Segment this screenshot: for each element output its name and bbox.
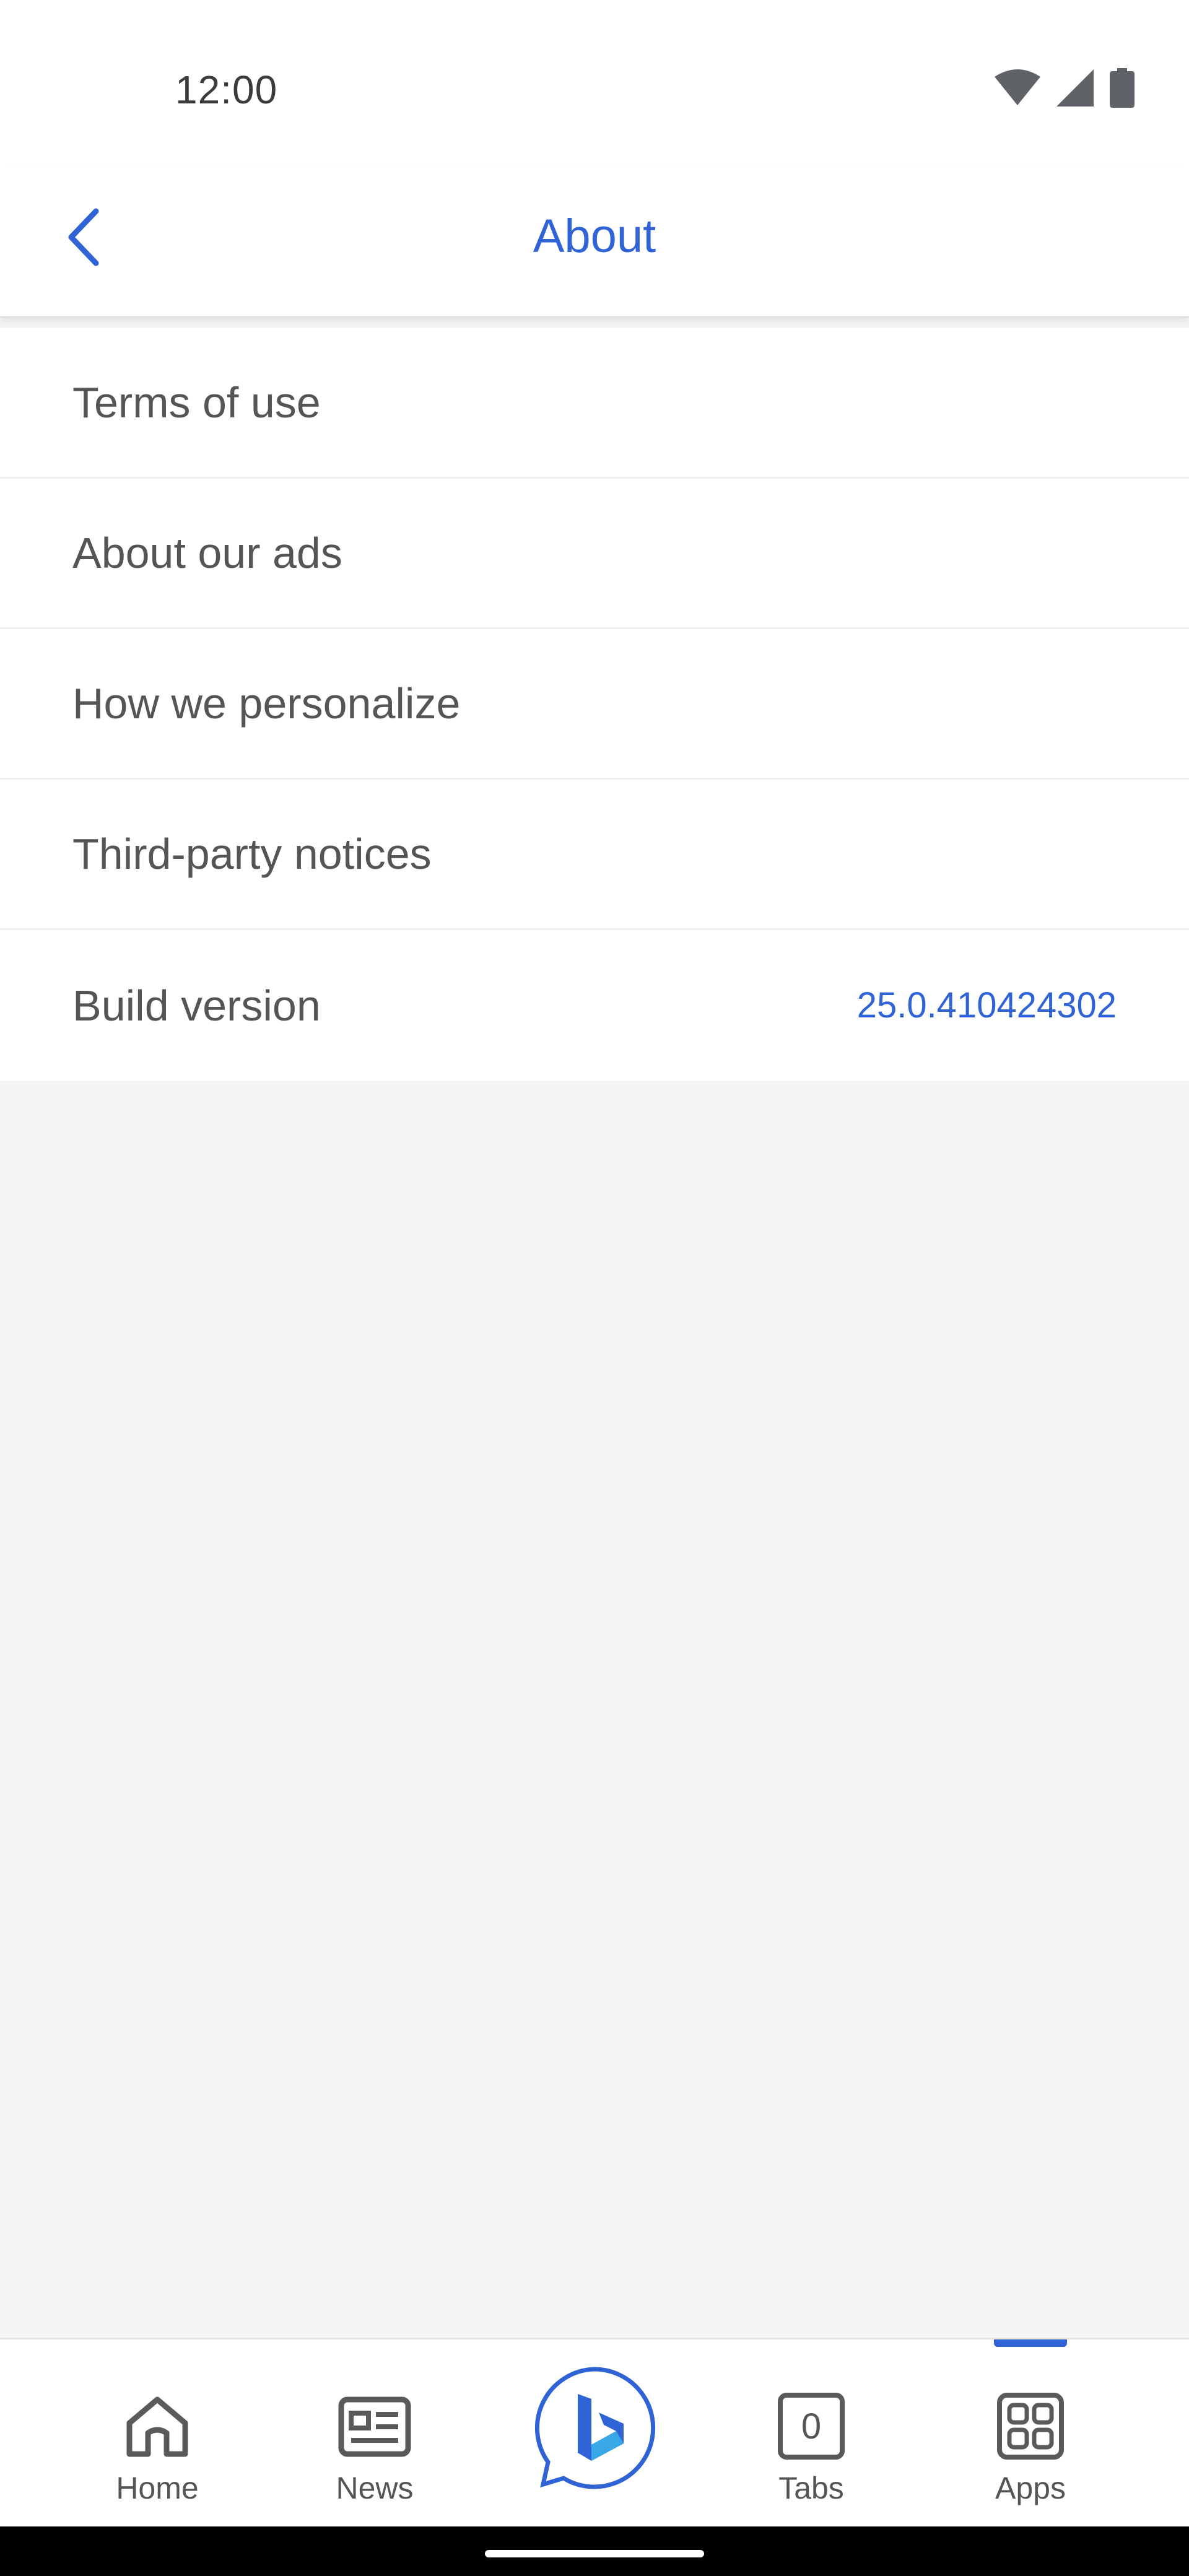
tabs-icon: 0 [771,2386,851,2466]
build-version-value: 25.0.410424302 [856,985,1117,1025]
third-party-notices-item[interactable]: Third-party notices [0,780,1189,930]
status-bar: 12:00 [0,0,1189,167]
list-item-label: Third-party notices [72,830,432,878]
nav-tabs[interactable]: 0 Tabs [718,2339,904,2528]
bing-chat-icon [529,2363,660,2496]
terms-of-use-item[interactable]: Terms of use [0,328,1189,479]
list-item-label: About our ads [72,529,342,577]
nav-apps[interactable]: Apps [938,2339,1123,2528]
cellular-signal-icon [1056,69,1094,110]
bottom-nav: Home News 0 Tabs Apps [0,2338,1189,2526]
battery-icon [1110,68,1135,111]
nav-label: News [336,2471,414,2505]
list-item-label: Terms of use [72,378,321,427]
list-item-label: How we personalize [72,679,461,728]
news-icon [334,2386,415,2466]
apps-grid-icon [990,2386,1071,2466]
wifi-icon [995,69,1040,110]
home-gesture-handle[interactable] [485,2550,704,2557]
about-our-ads-item[interactable]: About our ads [0,479,1189,629]
list-item-label: Build version [72,981,321,1030]
nav-news[interactable]: News [282,2339,468,2528]
nav-label: Home [116,2471,199,2505]
home-icon [117,2386,198,2466]
page-title: About [533,210,656,263]
app-header: About [0,167,1189,318]
bing-chat-button[interactable] [526,2361,663,2497]
nav-label: Apps [995,2471,1066,2505]
about-list: Terms of use About our ads How we person… [0,328,1189,1081]
status-time: 12:00 [175,67,278,112]
tabs-count: 0 [801,2406,822,2447]
nav-home[interactable]: Home [64,2339,250,2528]
screen: 12:00 About Terms of use About our ads H… [0,0,1189,2576]
build-version-item[interactable]: Build version 25.0.410424302 [0,930,1189,1081]
status-icons [995,68,1135,111]
system-nav-bar [0,2526,1189,2576]
how-we-personalize-item[interactable]: How we personalize [0,629,1189,780]
nav-label: Tabs [778,2471,844,2505]
